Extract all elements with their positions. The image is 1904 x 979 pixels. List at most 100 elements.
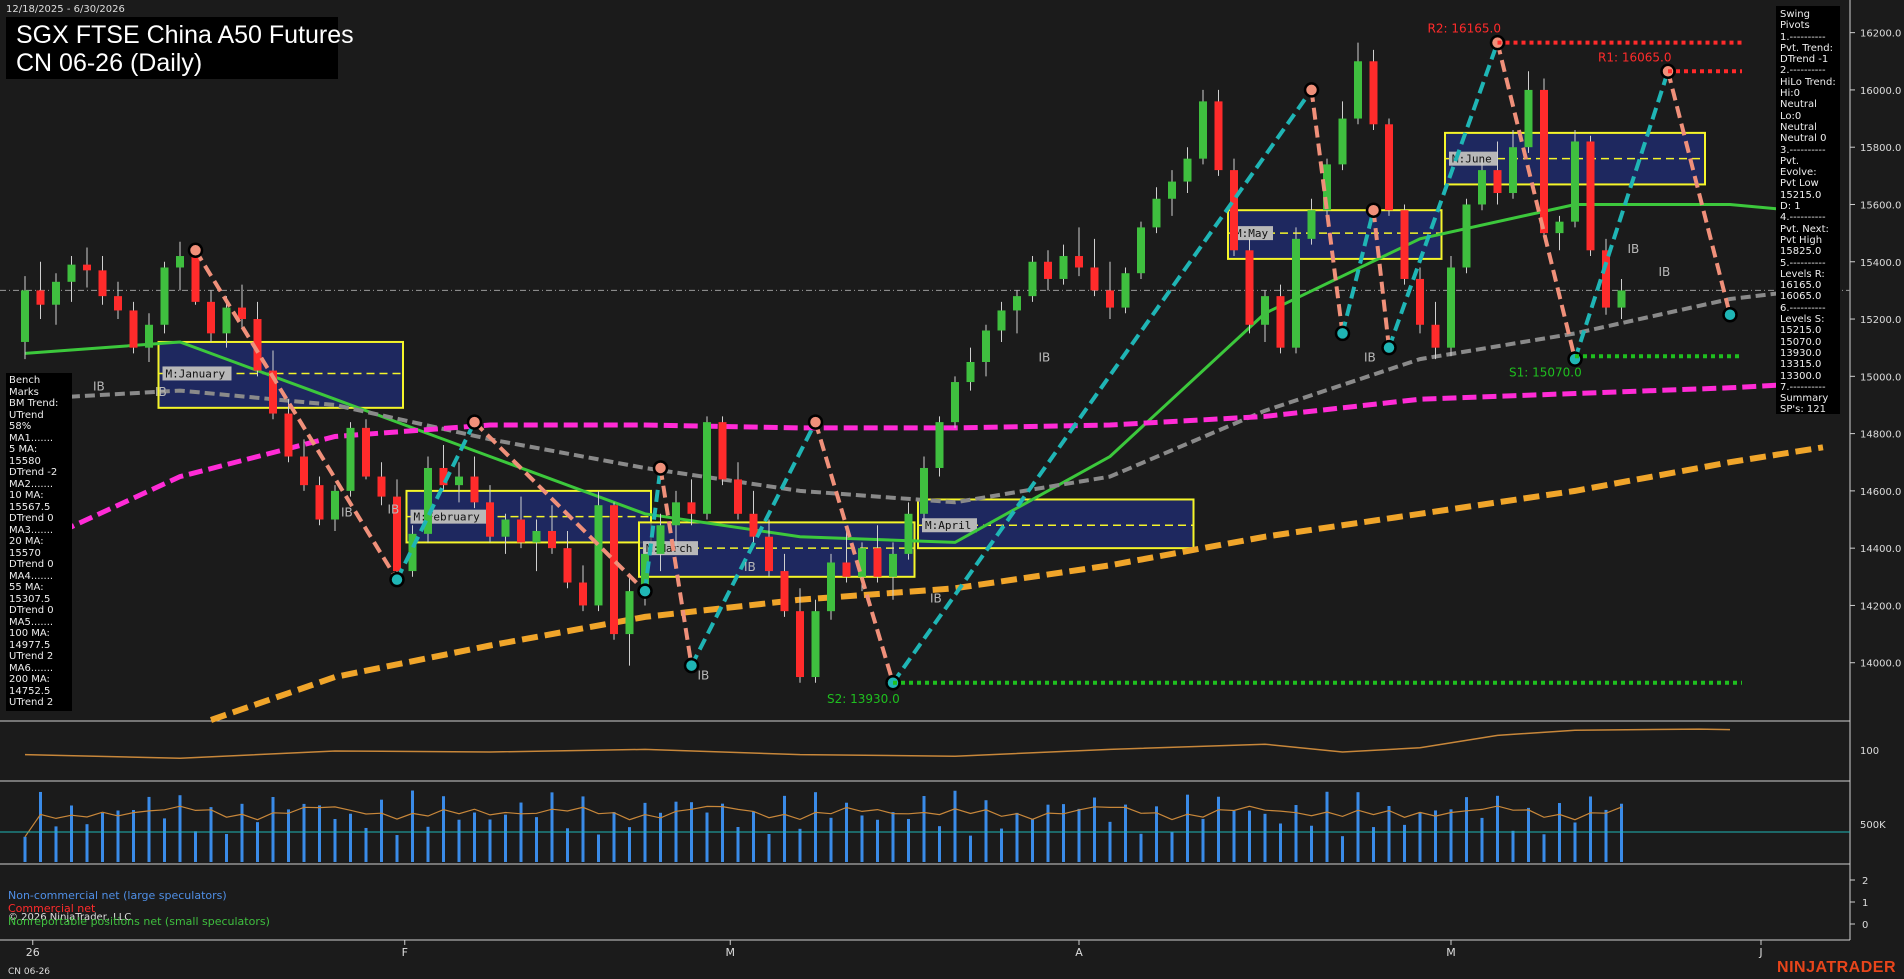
- volume-bar: [101, 812, 104, 862]
- price-tick-label: 16200.0: [1860, 29, 1901, 40]
- candle-body: [331, 490, 339, 520]
- volume-bar: [39, 791, 42, 862]
- swing-pivot-line: Neutral 0: [1780, 133, 1827, 145]
- volume-bar: [442, 796, 445, 862]
- volume-bar: [550, 792, 554, 862]
- candle-body: [517, 519, 525, 543]
- volume-bar: [1217, 796, 1220, 862]
- swing-pivot-dot: [637, 583, 653, 599]
- volume-bar: [457, 819, 461, 862]
- level-label: R2: 16165.0: [1428, 22, 1501, 36]
- swing-pivot-dot: [652, 460, 669, 476]
- volume-bar: [1589, 796, 1592, 862]
- level-label: S1: 15070.0: [1509, 365, 1582, 379]
- ib-label: IB: [341, 505, 353, 519]
- candle-body: [191, 256, 200, 302]
- volume-bar: [535, 817, 538, 862]
- candle-body: [951, 382, 959, 423]
- swing-pivot-dot: [1381, 339, 1397, 356]
- candle-body: [610, 505, 618, 635]
- candle-body: [873, 548, 882, 577]
- time-tick-label: J: [1758, 946, 1762, 959]
- price-tick-label: 14000.0: [1860, 659, 1901, 670]
- volume-bar: [721, 803, 724, 862]
- ib-label: IB: [93, 379, 105, 393]
- swing-pivot-line: Lo:0 Neutral: [1780, 110, 1817, 133]
- swing-pivot-line: DTrend -1: [1780, 54, 1829, 66]
- bench-mark-line: 10 MA:: [9, 490, 44, 501]
- candle-body: [1540, 89, 1548, 234]
- volume-tick-label: 500K: [1860, 820, 1886, 831]
- candle-body: [827, 562, 835, 612]
- ib-label: IB: [388, 502, 400, 516]
- candle-body: [1478, 170, 1486, 205]
- swing-pivot-line: 15215.0: [1780, 189, 1822, 201]
- volume-bar: [829, 817, 833, 862]
- candle-body: [842, 562, 851, 577]
- volume-bar: [612, 812, 616, 862]
- candle-body: [579, 582, 587, 606]
- volume-bar: [597, 834, 600, 862]
- swing-pivot-line: Pvt. Next:: [1780, 223, 1829, 235]
- swing-pivot-line: Summary: [1780, 393, 1829, 405]
- swing-pivot-dot: [1303, 82, 1320, 98]
- swing-pivot-dot: [1334, 325, 1351, 342]
- bench-mark-line: 15580: [9, 455, 41, 467]
- volume-bar: [1201, 818, 1205, 862]
- volume-bar: [1279, 823, 1282, 862]
- volume-bar: [225, 834, 228, 862]
- candle-body: [1617, 290, 1626, 308]
- candle-body: [935, 422, 944, 468]
- bench-mark-line: UTrend 2: [9, 651, 54, 662]
- volume-bar: [1263, 813, 1267, 862]
- volume-bar: [1310, 825, 1313, 862]
- swing-pivot-line: SP's: 121: [1780, 404, 1826, 414]
- candle-body: [1106, 290, 1114, 308]
- candle-body: [1044, 261, 1052, 279]
- volume-bar: [240, 803, 244, 862]
- candle-body: [1121, 273, 1130, 308]
- volume-bar: [814, 792, 817, 862]
- ib-label: IB: [930, 591, 942, 605]
- volume-bar: [504, 814, 507, 862]
- candle-body: [1493, 170, 1502, 194]
- time-tick-label: 26: [26, 946, 40, 959]
- volume-bar: [256, 822, 259, 862]
- volume-bar: [1480, 817, 1484, 862]
- volume-bar: [953, 790, 957, 862]
- volume-bar: [1294, 805, 1298, 862]
- candle-body: [114, 296, 122, 311]
- volume-bar: [411, 790, 414, 862]
- monthly-label: M:March: [646, 542, 692, 555]
- volume-bar: [380, 799, 383, 862]
- time-tick-label: A: [1075, 946, 1083, 959]
- bench-mark-line: 15570: [9, 547, 41, 559]
- price-tick-label: 15400.0: [1860, 258, 1901, 269]
- volume-bar: [752, 811, 755, 862]
- monthly-label: M:April: [925, 519, 971, 532]
- date-range: 12/18/2025 - 6/30/2026: [6, 4, 125, 15]
- candle-body: [1090, 267, 1099, 291]
- volume-bar: [194, 831, 197, 862]
- volume-bar: [1170, 831, 1174, 862]
- candle-body: [734, 479, 742, 514]
- bench-mark-line: MA3.......: [9, 524, 54, 536]
- volume-bar: [85, 824, 89, 862]
- swing-pivot-line: 4.----------: [1780, 212, 1826, 224]
- candle-body: [1524, 89, 1533, 148]
- candle-body: [1385, 124, 1393, 211]
- candle-body: [362, 427, 370, 477]
- candle-body: [67, 264, 76, 282]
- swing-pivot-line: 3.----------: [1780, 144, 1826, 156]
- volume-bar: [302, 803, 306, 862]
- bench-mark-line: 14752.5: [9, 685, 51, 697]
- price-tick-label: 15600.0: [1860, 200, 1901, 211]
- volume-bar: [1186, 794, 1189, 862]
- volume-bar: [1232, 810, 1236, 862]
- bench-mark-line: Bench Marks: [9, 375, 41, 398]
- candle-body: [796, 611, 804, 678]
- swing-pivot-dot: [683, 657, 700, 674]
- volume-bar: [1527, 807, 1530, 862]
- candle-body: [1245, 250, 1254, 325]
- volume-bar: [566, 828, 569, 862]
